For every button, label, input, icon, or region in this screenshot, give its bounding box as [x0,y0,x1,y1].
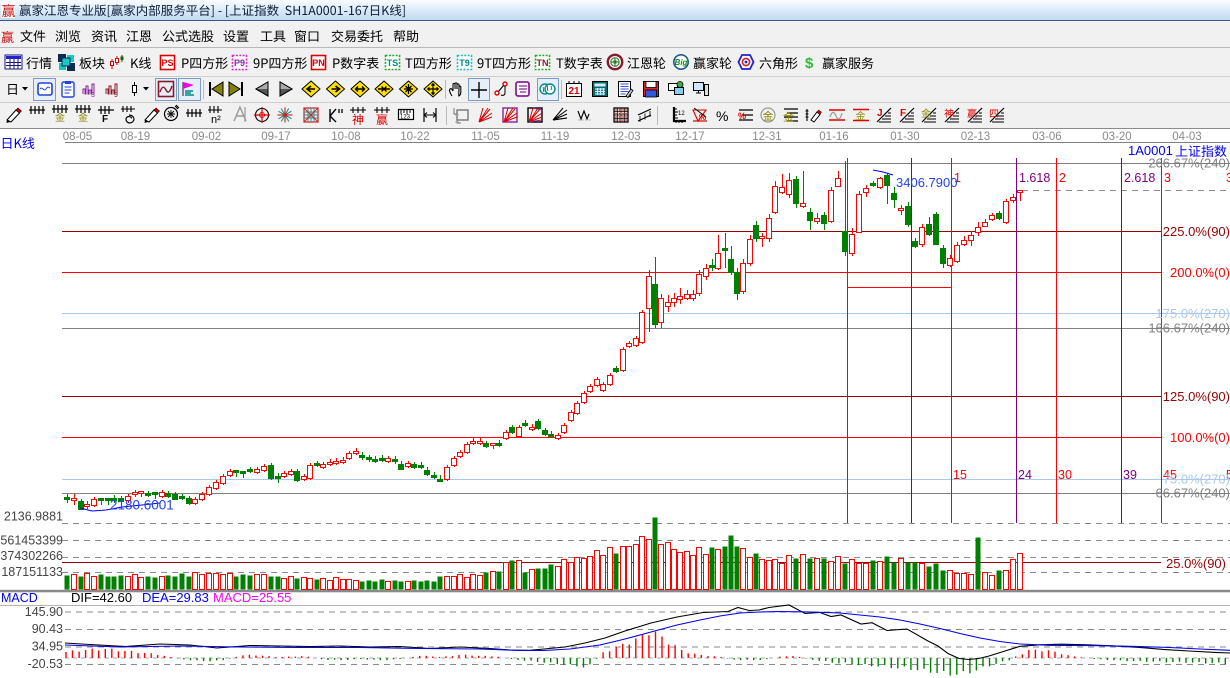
svg-text:561453399: 561453399 [0,534,63,548]
svg-text:24: 24 [1018,468,1032,482]
svg-text:01-30: 01-30 [890,131,919,143]
svg-text:08-19: 08-19 [121,131,150,143]
svg-text:2: 2 [1059,171,1066,185]
svg-text:3: 3 [91,92,95,99]
svg-text:01-16: 01-16 [819,131,848,143]
svg-text:9: 9 [114,92,118,99]
svg-text:%: % [716,108,728,124]
svg-text:03-20: 03-20 [1102,131,1131,143]
svg-text:F: F [102,114,108,125]
svg-text:39: 39 [1123,468,1137,482]
svg-text:2180.6001: 2180.6001 [110,498,174,513]
svg-text:30: 30 [1058,468,1072,482]
svg-text:12-17: 12-17 [675,131,704,143]
svg-text:MACD: MACD [1,591,38,605]
svg-text:175.0%(270): 175.0%(270) [1156,306,1230,321]
svg-text:187151133: 187151133 [1,565,63,579]
svg-text:21: 21 [568,86,580,97]
svg-text:$: $ [805,55,814,72]
svg-text:09-17: 09-17 [261,131,290,143]
svg-text:145.90: 145.90 [25,605,63,619]
svg-text:90.43: 90.43 [32,622,63,636]
svg-text:25.0%(90): 25.0%(90) [1166,556,1226,571]
svg-text:TN: TN [537,58,549,68]
svg-text:34.95: 34.95 [32,640,63,654]
svg-text:100.0%(0): 100.0%(0) [1170,430,1230,445]
svg-text:F: F [900,108,906,119]
svg-text:n²: n² [211,114,221,126]
svg-text:DEA=29.83: DEA=29.83 [142,590,209,605]
svg-text:P9: P9 [234,58,245,68]
svg-text:75.0%(270): 75.0%(270) [1163,472,1230,487]
svg-text:12-03: 12-03 [611,131,640,143]
svg-text:66.67%(240): 66.67%(240) [1156,486,1230,501]
svg-text:11-19: 11-19 [541,131,570,143]
svg-text:04-03: 04-03 [1172,131,1201,143]
svg-text:DIF=42.60: DIF=42.60 [71,590,132,605]
svg-text:2136.9881: 2136.9881 [4,510,63,524]
svg-text:11-05: 11-05 [471,131,500,143]
svg-text:266.67%(240): 266.67%(240) [1148,156,1230,171]
svg-text:-20.53: -20.53 [28,657,63,671]
svg-text:03-06: 03-06 [1032,131,1061,143]
svg-text:TS: TS [387,58,399,68]
svg-text:09-02: 09-02 [192,131,221,143]
svg-text:12-31: 12-31 [752,131,781,143]
svg-text:1.618: 1.618 [1019,171,1050,185]
svg-text:10-08: 10-08 [331,131,360,143]
svg-text:%: % [738,111,746,121]
svg-text:125.0%(90): 125.0%(90) [1163,389,1230,404]
svg-text:12: 12 [678,111,685,117]
svg-text:15: 15 [953,468,967,482]
svg-text:3: 3 [1164,171,1171,185]
svg-text:J: J [877,108,883,119]
svg-text:200.0%(0): 200.0%(0) [1170,265,1230,280]
svg-text:3406.7900: 3406.7900 [896,175,957,190]
svg-text:02-13: 02-13 [961,131,990,143]
svg-text:PS: PS [161,58,173,68]
svg-text:166.67%(240): 166.67%(240) [1148,321,1230,336]
svg-text:PN: PN [312,58,325,68]
svg-text:225.0%(90): 225.0%(90) [1163,224,1230,239]
svg-text:%: % [699,113,706,122]
svg-text:374302266: 374302266 [0,549,63,563]
svg-text:10-22: 10-22 [400,131,429,143]
svg-text:123: 123 [400,115,411,121]
svg-text:08-05: 08-05 [63,131,92,143]
svg-text:Big: Big [675,58,688,67]
svg-text:2.618: 2.618 [1124,171,1155,185]
svg-text:T9: T9 [459,58,470,68]
svg-text:MACD=25.55: MACD=25.55 [213,590,291,605]
svg-text:3: 3 [1226,171,1230,185]
